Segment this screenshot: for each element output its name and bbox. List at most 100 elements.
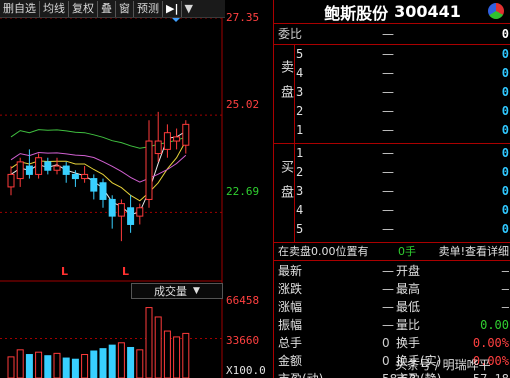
price-label-low: 22.69: [226, 185, 260, 198]
level-volume: 0: [501, 146, 509, 160]
stat-value: —: [501, 300, 509, 314]
price-label-mid: 25.02: [226, 98, 260, 111]
buy-level-row[interactable]: 4 — 0: [274, 202, 510, 219]
weibi-row: 委比 — 0: [274, 26, 510, 43]
sell-level-row[interactable]: 2 — 0: [274, 103, 510, 120]
candle-body: [90, 178, 98, 192]
candle-body: [136, 207, 144, 217]
buy-level-row[interactable]: 1 — 0: [274, 145, 510, 162]
level-number: 5: [296, 47, 304, 61]
level-volume: 0: [501, 47, 509, 61]
toolbar-moving-average[interactable]: 均线: [40, 0, 69, 17]
candle-body: [154, 140, 162, 155]
stat-value: —: [382, 300, 394, 314]
toolbar-adjust-price[interactable]: 复权: [69, 0, 98, 17]
toolbar-remove-favorite[interactable]: 删自选: [0, 0, 40, 17]
level-price: —: [382, 184, 394, 198]
level-number: 2: [296, 104, 304, 118]
level-price: —: [382, 165, 394, 179]
stat-key: 开盘: [396, 264, 421, 278]
level-price: —: [382, 222, 394, 236]
stat-key: 最高: [396, 282, 421, 296]
stat-value: —: [501, 264, 509, 278]
outer-order-text: 在卖盘0.00位置有: [278, 245, 369, 258]
volume-bar: [25, 354, 33, 378]
level-volume: 0: [501, 66, 509, 80]
level-volume: 0: [501, 85, 509, 99]
volume-label-high: 66458: [226, 294, 260, 307]
level-volume: 0: [501, 165, 509, 179]
buy-level-row[interactable]: 5 — 0: [274, 221, 510, 238]
low-marker: L: [61, 265, 69, 278]
stat-key: 最新: [278, 264, 303, 278]
sell-level-row[interactable]: 1 — 0: [274, 122, 510, 139]
level-price: —: [382, 47, 394, 61]
toolbar-nav-icon[interactable]: ▶|: [163, 0, 183, 17]
level-number: 1: [296, 123, 304, 137]
stat-row: 总手 0 换手 0.00%: [274, 334, 510, 352]
level-price: —: [382, 104, 394, 118]
watermark: 头条号 / 明瑞哗平: [395, 358, 491, 372]
toolbar-more-icon[interactable]: ▼: [182, 1, 194, 17]
volume-bar: [117, 342, 125, 378]
level-number: 3: [296, 85, 304, 99]
volume-bar: [182, 332, 190, 378]
stat-row: 涨幅 — 最低 —: [274, 298, 510, 316]
level-number: 1: [296, 146, 304, 160]
chart-toolbar: 删自选 均线 复权 叠 窗 预测 ▶| ▼: [0, 0, 225, 18]
toolbar-forecast[interactable]: 预测: [134, 0, 163, 17]
stat-row: 涨跌 — 最高 —: [274, 280, 510, 298]
toolbar-overlay[interactable]: 叠: [98, 0, 116, 17]
stat-key: 市盈(动): [278, 370, 323, 378]
candle-body: [62, 165, 70, 175]
volume-bar: [99, 348, 107, 378]
volume-bar: [71, 358, 79, 378]
market-logo-icon: [488, 3, 504, 19]
stat-key: 涨跌: [278, 282, 303, 296]
divider: [274, 143, 510, 144]
stat-key: 涨幅: [278, 300, 303, 314]
weibi-number: 0: [501, 27, 509, 41]
candle-body: [35, 157, 43, 175]
level-volume: 0: [501, 123, 509, 137]
volume-bar: [154, 316, 162, 378]
volume-indicator-selector[interactable]: 成交量 ▼: [131, 283, 223, 299]
level-price: —: [382, 203, 394, 217]
view-detail-link[interactable]: 卖单!查看详细: [439, 244, 509, 260]
candle-body: [117, 203, 125, 217]
buy-level-row[interactable]: 2 — 0: [274, 164, 510, 181]
stat-value: —: [382, 282, 394, 296]
stock-name: 鲍斯股份: [324, 3, 389, 23]
volume-unit-label: X100.0: [226, 364, 266, 377]
stat-row: 振幅 — 量比 0.00: [274, 316, 510, 334]
volume-bar: [62, 357, 70, 378]
candle-body: [7, 173, 15, 188]
stat-key: 金额: [278, 354, 303, 368]
toolbar-window[interactable]: 窗: [116, 0, 134, 17]
level-price: —: [382, 146, 394, 160]
price-label-high: 27.35: [226, 11, 260, 24]
candle-body: [25, 165, 33, 175]
level-volume: 0: [501, 222, 509, 236]
candle-body: [44, 161, 52, 171]
sell-level-row[interactable]: 3 — 0: [274, 84, 510, 101]
stat-value: —: [501, 282, 509, 296]
sell-level-row[interactable]: 5 — 0: [274, 46, 510, 63]
level-price: —: [382, 85, 394, 99]
divider: [274, 260, 510, 261]
outer-order-row[interactable]: 在卖盘0.00位置有 0手 卖单!查看详细: [274, 244, 510, 260]
sell-level-row[interactable]: 4 — 0: [274, 65, 510, 82]
candle-body: [81, 173, 89, 180]
kline-chart-area[interactable]: 删自选 均线 复权 叠 窗 预测 ▶| ▼ 27.35 25.02 22.69 …: [0, 0, 272, 378]
candle-body: [71, 173, 79, 180]
divider: [274, 242, 510, 243]
volume-bar: [127, 346, 135, 378]
level-volume: 0: [501, 104, 509, 118]
level-price: —: [382, 66, 394, 80]
level-number: 2: [296, 165, 304, 179]
candle-body: [173, 136, 181, 142]
buy-level-row[interactable]: 3 — 0: [274, 183, 510, 200]
candle-body: [163, 132, 171, 150]
volume-bar: [108, 344, 116, 378]
stat-value: 0: [382, 354, 390, 368]
